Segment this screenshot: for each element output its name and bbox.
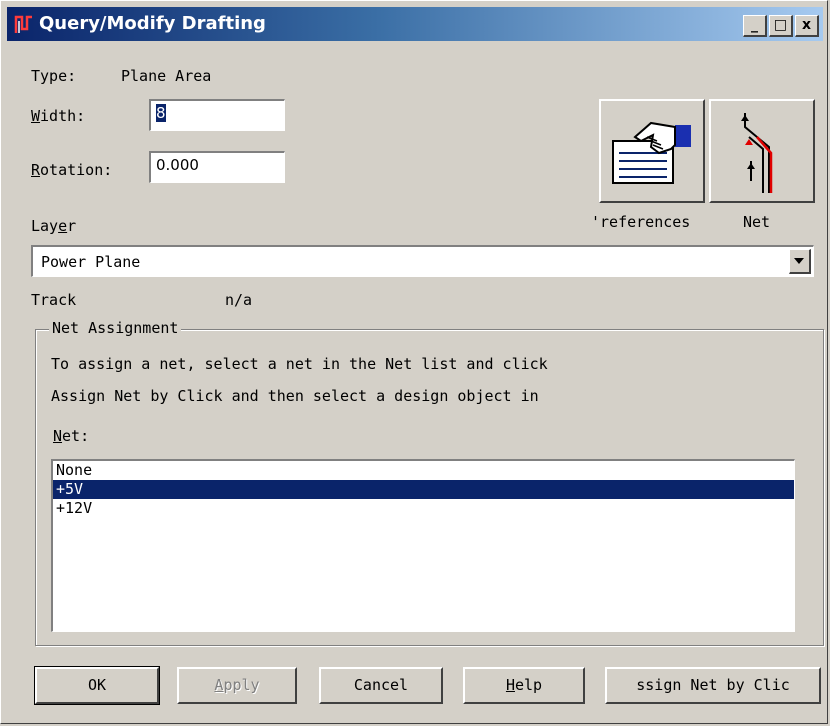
title-bar[interactable]: Query/Modify Drafting _ □ x	[7, 7, 823, 41]
rotation-input[interactable]: 0.000	[149, 151, 285, 183]
layer-label-pre: Lay	[31, 217, 59, 235]
close-button[interactable]: x	[795, 15, 819, 37]
assign-net-by-click-button[interactable]: ssign Net by Clic	[605, 667, 821, 704]
net-label: Net:	[53, 427, 89, 445]
type-label: Type:	[31, 67, 77, 85]
ok-button[interactable]: OK	[34, 666, 160, 705]
apply-button[interactable]: Apply	[177, 667, 297, 704]
window-title: Query/Modify Drafting	[39, 13, 266, 34]
help-button[interactable]: Help	[463, 667, 585, 704]
cancel-button[interactable]: Cancel	[319, 667, 443, 704]
rotation-label-rest: otation:	[40, 161, 113, 179]
width-label: Width:	[31, 107, 85, 125]
net-traces-icon	[741, 113, 773, 193]
layer-dropdown-button[interactable]	[789, 249, 811, 274]
help-rest: elp	[514, 676, 543, 694]
chevron-down-icon	[794, 258, 804, 264]
rotation-input-value: 0.000	[156, 156, 199, 174]
rotation-label-mnemonic: R	[31, 161, 41, 179]
app-logo-icon	[13, 13, 35, 35]
preferences-hand-icon	[612, 121, 691, 184]
layer-dropdown[interactable]: Power Plane	[31, 245, 814, 277]
instructions-line-1: To assign a net, select a net in the Net…	[51, 355, 548, 373]
width-label-rest: idth:	[40, 107, 86, 125]
width-label-mnemonic: W	[31, 107, 41, 125]
list-item-selected[interactable]: +5V	[53, 480, 794, 499]
layer-label-mnemonic: e	[58, 217, 68, 235]
maximize-button[interactable]: □	[769, 15, 793, 37]
net-label-rest: et:	[62, 427, 90, 445]
width-input-value: 8	[156, 104, 166, 122]
layer-label-post: r	[67, 217, 77, 235]
list-item[interactable]: None	[53, 461, 794, 480]
preferences-button[interactable]	[599, 99, 705, 203]
instructions-line-2: Assign Net by Click and then select a de…	[51, 387, 539, 405]
preferences-caption: 'references	[591, 213, 691, 231]
help-mnemonic: H	[505, 676, 515, 694]
track-value: n/a	[225, 291, 253, 309]
net-label-mnemonic: N	[53, 427, 63, 445]
list-item[interactable]: +12V	[53, 499, 794, 518]
layer-label: Layer	[31, 217, 76, 235]
rotation-label: Rotation:	[31, 161, 112, 179]
track-label: Track	[31, 291, 77, 309]
width-input[interactable]: 8	[149, 99, 285, 131]
dialog-window: Query/Modify Drafting _ □ x Type: Plane …	[0, 0, 828, 724]
layer-selected-value: Power Plane	[41, 253, 141, 271]
net-assignment-title: Net Assignment	[49, 319, 182, 337]
net-caption: Net	[743, 213, 771, 231]
apply-rest: pply	[223, 676, 260, 694]
minimize-button[interactable]: _	[743, 15, 767, 37]
net-button[interactable]	[709, 99, 815, 203]
type-value: Plane Area	[121, 67, 212, 85]
net-listbox[interactable]: None +5V +12V	[51, 459, 795, 632]
